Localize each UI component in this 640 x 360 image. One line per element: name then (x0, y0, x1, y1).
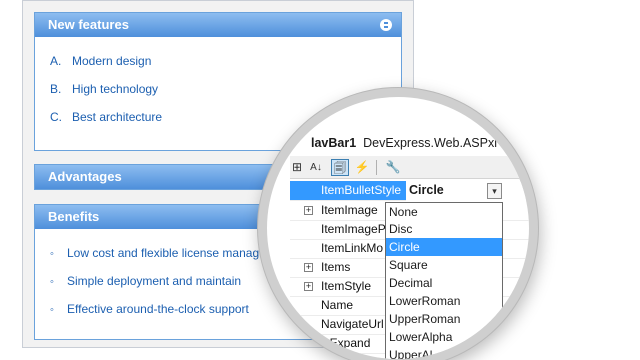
object-type: DevExpress.Web.ASPxl (363, 136, 497, 150)
property-name[interactable]: ItemImageP (321, 220, 386, 239)
property-name[interactable]: ItemStyle (321, 277, 371, 296)
item-marker: B. (50, 82, 62, 96)
property-value[interactable]: Circle (409, 183, 444, 197)
group-header-label: Benefits (48, 209, 100, 224)
group-header-label: Advantages (48, 169, 122, 184)
item-label: Simple deployment and maintain (67, 274, 242, 288)
item-label: Low cost and flexible license managem (67, 246, 276, 260)
property-name[interactable]: ItemImage (321, 201, 378, 220)
group-header-label: New features (48, 17, 129, 32)
alphabetical-icon[interactable]: A↓ (307, 159, 325, 176)
bullet-circle-icon: ◦ (50, 276, 54, 288)
item-label: Best architecture (72, 110, 163, 124)
dropdown-option-none[interactable]: None (386, 203, 502, 221)
nav-item-simple-deployment[interactable]: ◦ Simple deployment and maintain (50, 273, 241, 289)
expand-icon[interactable]: + (304, 206, 313, 215)
dropdown-option-decimal[interactable]: Decimal (386, 274, 502, 292)
property-name[interactable]: NavigateUrl (321, 315, 384, 334)
properties-icon[interactable]: 🗐 (331, 159, 349, 176)
nav-item-modern-design[interactable]: A. Modern design (50, 53, 151, 69)
item-label: Modern design (72, 54, 152, 68)
group-header-new-features[interactable]: New features (35, 13, 401, 37)
item-label: High technology (72, 82, 159, 96)
nav-item-low-cost[interactable]: ◦ Low cost and flexible license managem (50, 245, 276, 261)
property-name[interactable]: Name (321, 296, 353, 315)
bullet-circle-icon: ◦ (50, 248, 54, 260)
events-icon[interactable]: ⚡ (353, 159, 371, 176)
categorized-icon[interactable]: ⊞ (288, 159, 306, 176)
item-label: Effective around-the-clock support (67, 302, 249, 316)
property-name[interactable]: ItemLinkMo (321, 239, 383, 258)
dropdown-option-square[interactable]: Square (386, 256, 502, 274)
nav-item-best-architecture[interactable]: C. Best architecture (50, 109, 162, 125)
object-name: lavBar1 (311, 136, 357, 150)
property-name-itembulletstyle[interactable]: ItemBulletStyle (321, 181, 401, 200)
dropdown-option-disc[interactable]: Disc (386, 220, 502, 238)
dropdown-option-circle[interactable]: Circle (386, 238, 502, 256)
dropdown-option-upperalpha[interactable]: UpperAl (386, 346, 502, 359)
bullet-circle-icon: ◦ (50, 304, 54, 316)
dropdown-option-lowerroman[interactable]: LowerRoman (386, 292, 502, 310)
property-grid: lavBar1 DevExpress.Web.ASPxl ⊞ A↓ 🗐 ⚡ 🔧 … (267, 97, 529, 359)
chevron-down-icon[interactable]: ▾ (487, 183, 502, 199)
property-grid-title: lavBar1 DevExpress.Web.ASPxl (311, 136, 497, 150)
expand-icon[interactable]: + (304, 263, 313, 272)
property-name[interactable]: Items (321, 258, 350, 277)
dropdown-option-loweralpha[interactable]: LowerAlpha (386, 328, 502, 346)
property-pages-icon[interactable]: 🔧 (384, 159, 402, 176)
item-marker: A. (50, 54, 62, 68)
collapse-icon[interactable] (380, 19, 392, 31)
dropdown-option-upperroman[interactable]: UpperRoman (386, 310, 502, 328)
magnifier-lens: lavBar1 DevExpress.Web.ASPxl ⊞ A↓ 🗐 ⚡ 🔧 … (267, 97, 529, 359)
item-marker: C. (50, 110, 62, 124)
property-name[interactable]: wExpand (321, 334, 370, 353)
toolbar-separator (376, 160, 377, 175)
expand-icon[interactable]: + (304, 282, 313, 291)
property-grid-toolbar (290, 156, 529, 179)
nav-item-support[interactable]: ◦ Effective around-the-clock support (50, 301, 249, 317)
nav-item-high-technology[interactable]: B. High technology (50, 81, 158, 97)
